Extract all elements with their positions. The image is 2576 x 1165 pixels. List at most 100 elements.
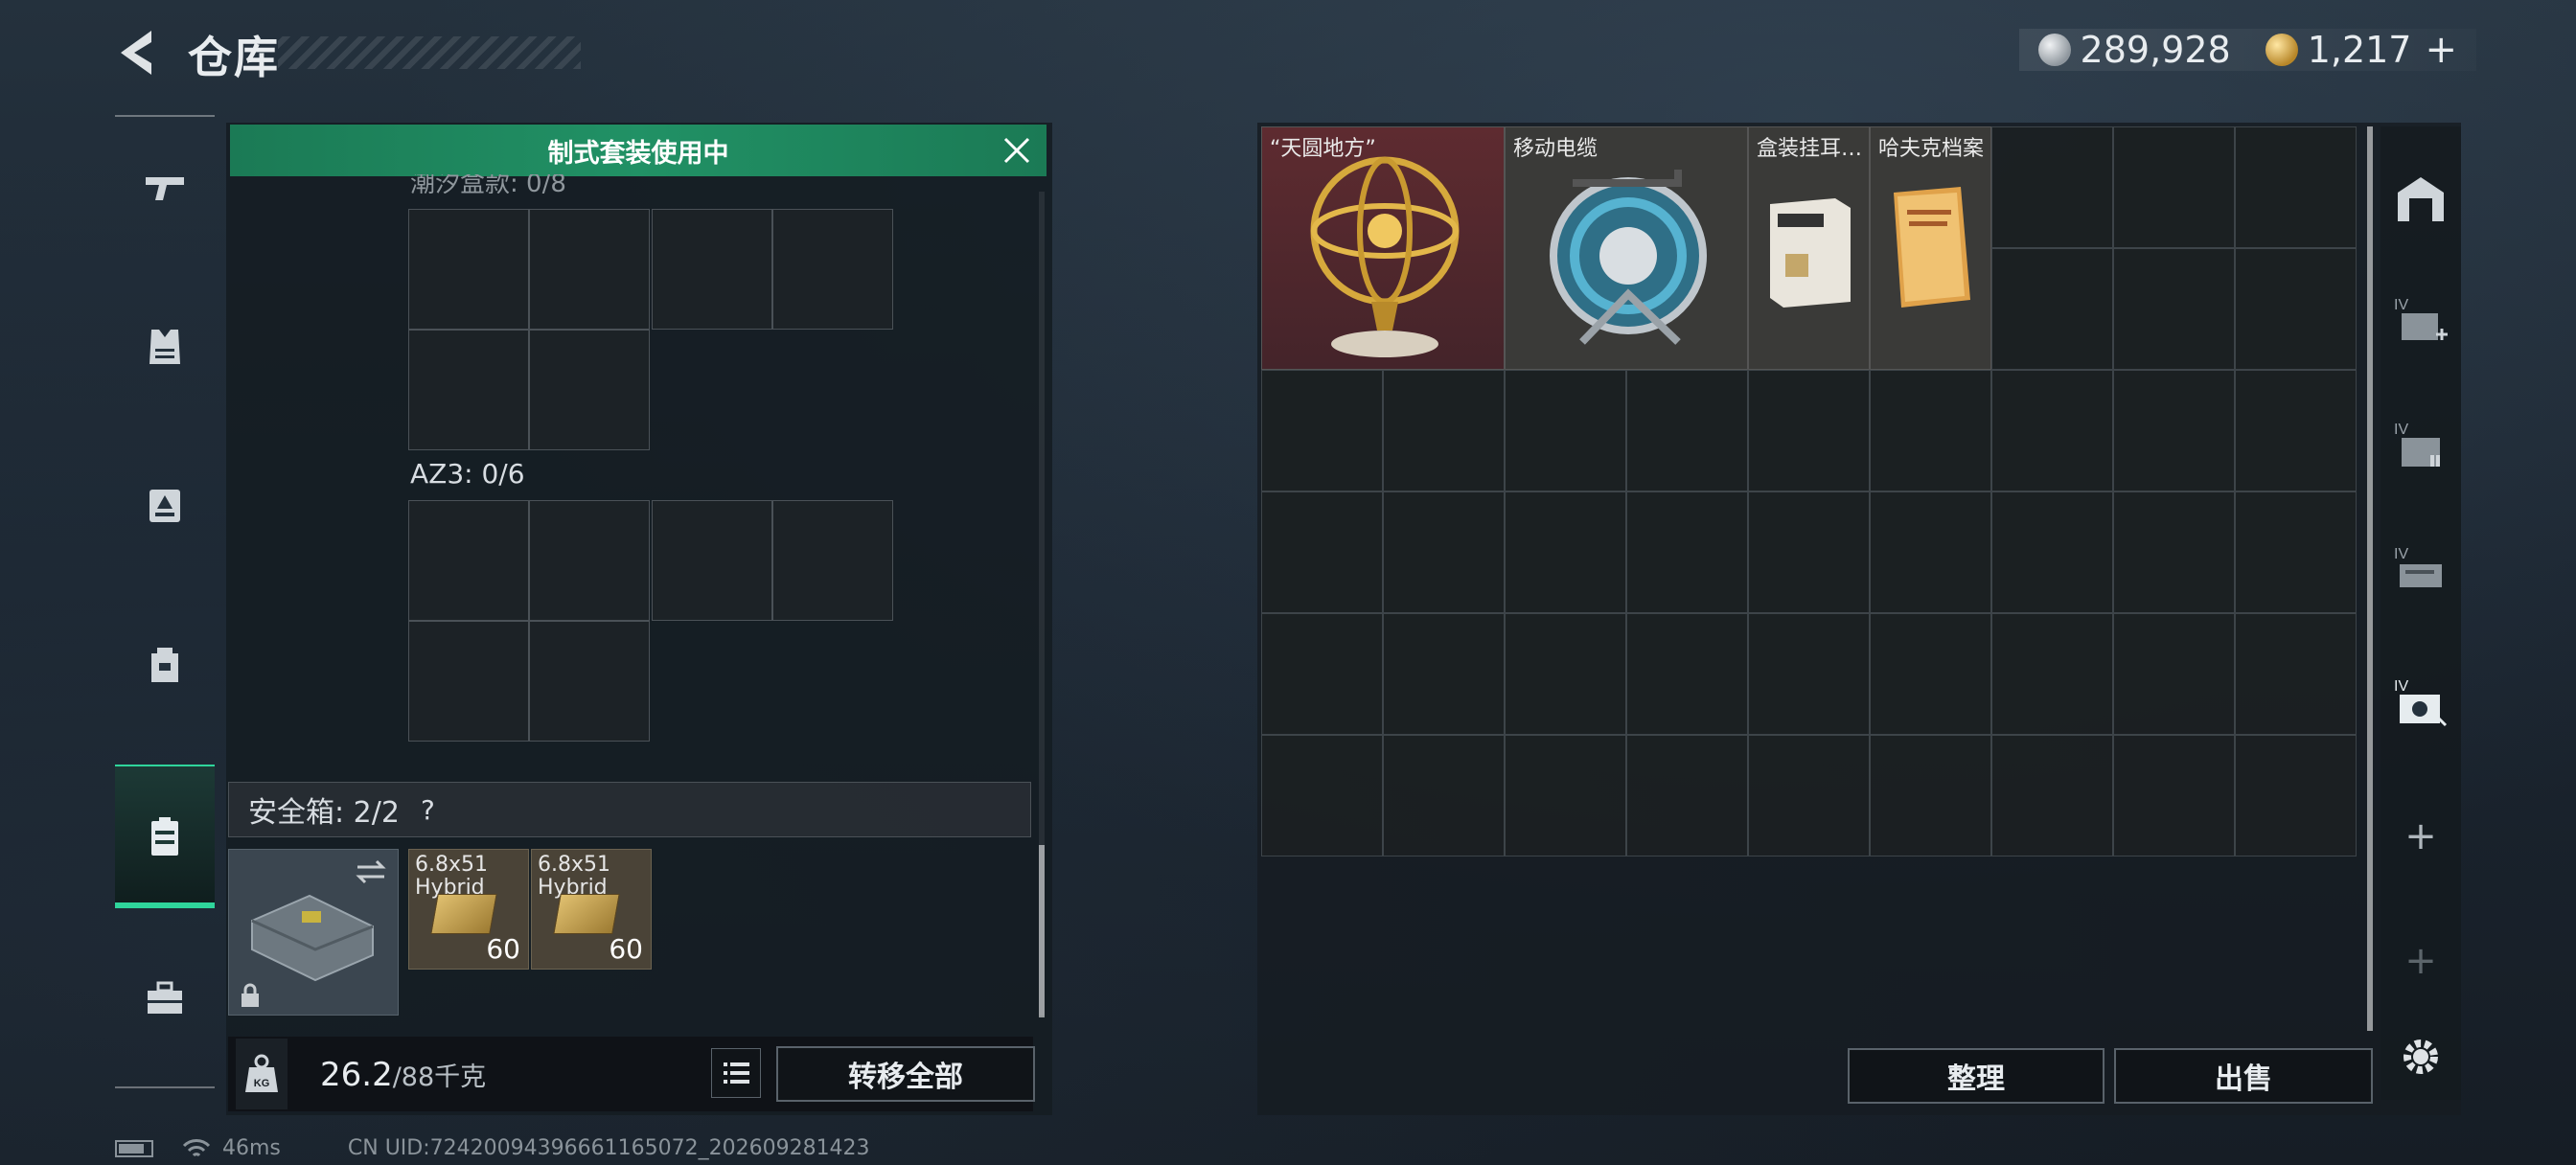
currency-bar: 289,928 1,217 + [2018, 28, 2476, 72]
nav-backpack[interactable] [115, 591, 215, 735]
container-label-partial: 潮汐盒款: 0/8 [410, 174, 566, 194]
ammo-box-icon [430, 894, 497, 934]
slot-cell[interactable] [408, 330, 529, 450]
warehouse-slot[interactable] [1261, 735, 1383, 857]
warehouse-slot[interactable] [1626, 370, 1748, 491]
nav-safe-box[interactable] [115, 765, 215, 908]
warehouse-slot[interactable] [1383, 613, 1505, 735]
warehouse-slot[interactable] [2113, 613, 2235, 735]
nav-chest-rig[interactable] [115, 433, 215, 577]
slot-cell[interactable] [408, 209, 529, 330]
warehouse-slot[interactable] [1991, 613, 2113, 735]
warehouse-slot[interactable] [1991, 491, 2113, 613]
sort-button[interactable]: 整理 [1848, 1048, 2104, 1104]
left-nav [115, 115, 215, 1088]
ammo-item[interactable]: 6.8x51 Hybrid 60 [531, 849, 652, 970]
safe-box-header: 安全箱: 2/2 ? [228, 782, 1031, 837]
vest-icon [150, 330, 180, 364]
warehouse-slot[interactable] [2113, 370, 2235, 491]
settings-button[interactable] [2380, 994, 2461, 1119]
warehouse-slot[interactable] [1383, 735, 1505, 857]
safe-box-item[interactable] [228, 849, 399, 1016]
warehouse-slot[interactable] [1505, 735, 1626, 857]
add-expansion-button[interactable]: + [2380, 774, 2461, 899]
ammo-name: 6.8x51 [538, 853, 611, 877]
backpack-icon [151, 648, 178, 682]
warehouse-slot[interactable] [2235, 370, 2357, 491]
nav-toolbox[interactable] [115, 926, 215, 1070]
ping-readout: 46ms [222, 1136, 281, 1160]
add-currency-button[interactable]: + [2425, 28, 2457, 72]
swap-icon[interactable] [354, 857, 388, 886]
warehouse-item-archive[interactable]: 哈夫克档案 [1870, 126, 1991, 370]
safe-case-icon [151, 817, 178, 856]
warehouse-slot[interactable] [1383, 491, 1505, 613]
gear-icon [2404, 1039, 2438, 1074]
slot-cell[interactable] [772, 209, 893, 330]
warehouse-slot[interactable] [1870, 613, 1991, 735]
close-icon[interactable] [1000, 134, 1033, 167]
tab-warehouse[interactable] [2380, 136, 2461, 261]
warehouse-slot[interactable] [2113, 491, 2235, 613]
back-arrow-icon[interactable] [113, 27, 161, 79]
warehouse-slot[interactable] [2235, 613, 2357, 735]
slot-cell[interactable] [529, 330, 650, 450]
nav-armor[interactable] [115, 275, 215, 419]
slot-cell[interactable] [652, 500, 772, 621]
cable-reel-icon [1550, 170, 1707, 345]
warehouse-slot[interactable] [1748, 370, 1870, 491]
tab-expand-2[interactable]: IV [2380, 383, 2461, 508]
warehouse-slot[interactable] [1991, 126, 2113, 248]
warehouse-item-armillary[interactable]: “天圆地方” [1261, 126, 1505, 370]
transfer-all-button[interactable]: 转移全部 [776, 1046, 1035, 1102]
warehouse-slot[interactable] [1748, 491, 1870, 613]
sell-button[interactable]: 出售 [2114, 1048, 2373, 1104]
warehouse-slot[interactable] [1383, 370, 1505, 491]
warehouse-slot[interactable] [1991, 370, 2113, 491]
warehouse-slot[interactable] [1626, 491, 1748, 613]
list-view-button[interactable] [711, 1048, 761, 1098]
slot-cell[interactable] [772, 500, 893, 621]
slot-cell[interactable] [529, 621, 650, 742]
help-icon[interactable]: ? [421, 794, 435, 826]
warehouse-slot[interactable] [1261, 613, 1383, 735]
warehouse-slot[interactable] [1991, 248, 2113, 370]
scrollbar-thumb[interactable] [1039, 845, 1045, 1017]
warehouse-slot[interactable] [1870, 370, 1991, 491]
warehouse-scrollbar[interactable] [2367, 126, 2373, 1031]
nav-weapon[interactable] [115, 117, 215, 261]
warehouse-slot[interactable] [1870, 491, 1991, 613]
ammo-item[interactable]: 6.8x51 Hybrid 60 [408, 849, 529, 970]
warehouse-slot[interactable] [1505, 491, 1626, 613]
warehouse-slot[interactable] [1505, 370, 1626, 491]
tab-expand-3[interactable]: IV [2380, 508, 2461, 632]
warehouse-slot[interactable] [2113, 735, 2235, 857]
warehouse-slot[interactable] [2235, 126, 2357, 248]
tier-label: IV [2394, 678, 2408, 695]
warehouse-slot[interactable] [2235, 491, 2357, 613]
warehouse-slot[interactable] [2113, 248, 2235, 370]
warehouse-slot[interactable] [1991, 735, 2113, 857]
warehouse-slot[interactable] [2235, 248, 2357, 370]
slot-cell[interactable] [652, 209, 772, 330]
tab-expand-1[interactable]: IV [2380, 259, 2461, 383]
warehouse-slot[interactable] [1748, 735, 1870, 857]
warehouse-slot[interactable] [1626, 613, 1748, 735]
slot-cell[interactable] [408, 621, 529, 742]
silver-amount: 289,928 [2080, 29, 2231, 71]
warehouse-slot[interactable] [2235, 735, 2357, 857]
weight-current: 26.2 [320, 1056, 393, 1094]
warehouse-slot[interactable] [1870, 735, 1991, 857]
tab-expand-4[interactable]: IV [2380, 640, 2461, 765]
warehouse-slot[interactable] [1748, 613, 1870, 735]
warehouse-item-cable[interactable]: 移动电缆 [1505, 126, 1748, 370]
slot-cell[interactable] [529, 500, 650, 621]
warehouse-slot[interactable] [1261, 370, 1383, 491]
warehouse-slot[interactable] [1261, 491, 1383, 613]
slot-cell[interactable] [408, 500, 529, 621]
warehouse-slot[interactable] [1505, 613, 1626, 735]
warehouse-slot[interactable] [1626, 735, 1748, 857]
warehouse-slot[interactable] [2113, 126, 2235, 248]
warehouse-item-coffee[interactable]: 盒装挂耳… [1748, 126, 1870, 370]
slot-cell[interactable] [529, 209, 650, 330]
